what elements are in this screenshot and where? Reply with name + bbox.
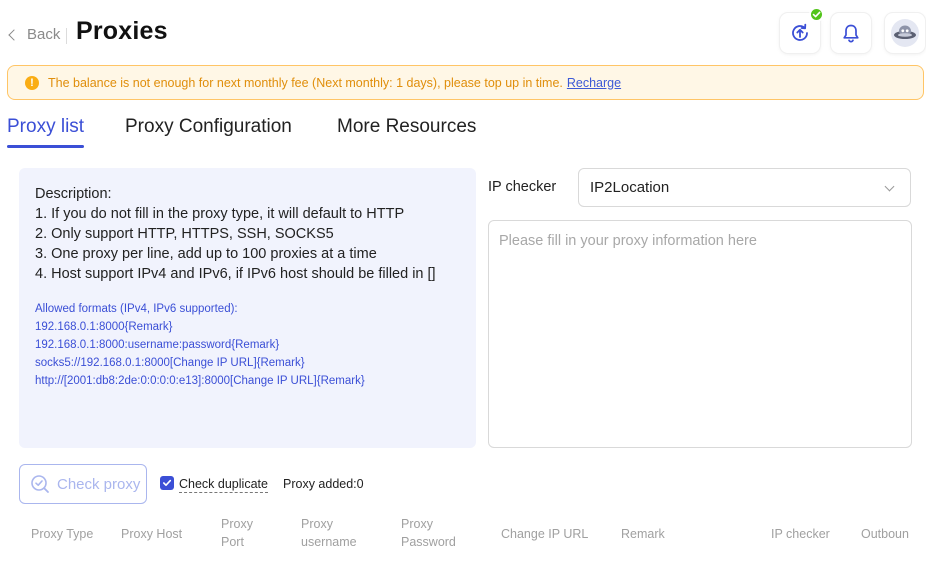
description-line: Description:	[35, 186, 112, 202]
proxy-info-input[interactable]	[488, 220, 912, 448]
proxy-added-count: Proxy added:0	[283, 477, 364, 491]
alert-message: The balance is not enough for next month…	[48, 75, 563, 90]
description-line: 2. Only support HTTP, HTTPS, SSH, SOCKS5	[35, 226, 334, 242]
tab-proxy-configuration[interactable]: Proxy Configuration	[125, 116, 292, 138]
chevron-down-icon	[884, 181, 895, 192]
format-line: 192.168.0.1:8000{Remark}	[35, 321, 173, 333]
allowed-formats: Allowed formats (IPv4, IPv6 supported): …	[35, 300, 460, 390]
check-search-icon	[31, 475, 49, 493]
column-header-remark[interactable]: Remark	[621, 525, 665, 543]
header-divider	[66, 28, 67, 44]
format-line: http://[2001:db8:2de:0:0:0:0:e13]:8000[C…	[35, 375, 365, 387]
check-duplicate-label[interactable]: Check duplicate	[179, 477, 268, 493]
check-duplicate-checkbox[interactable]	[160, 476, 174, 490]
tab-bar: Proxy list Proxy Configuration More Reso…	[0, 113, 926, 153]
chevron-left-icon	[8, 29, 20, 41]
column-header-proxy-port[interactable]: Proxy Port	[221, 515, 253, 551]
bell-icon	[843, 24, 859, 43]
description-line: 3. One proxy per line, add up to 100 pro…	[35, 246, 377, 262]
description-line: 4. Host support IPv4 and IPv6, if IPv6 h…	[35, 266, 436, 282]
sync-button[interactable]	[780, 7, 824, 53]
column-header-proxy-type[interactable]: Proxy Type	[31, 525, 93, 543]
back-label: Back	[27, 26, 61, 43]
format-line: Allowed formats (IPv4, IPv6 supported):	[35, 303, 238, 315]
checkmark-icon	[163, 479, 172, 486]
check-proxy-label: Check proxy	[57, 475, 141, 493]
column-header-proxy-password[interactable]: Proxy Password	[401, 515, 456, 551]
page-title: Proxies	[76, 17, 168, 45]
tab-proxy-list[interactable]: Proxy list	[7, 116, 84, 138]
column-header-change-ip-url[interactable]: Change IP URL	[501, 525, 588, 543]
balance-alert: ! The balance is not enough for next mon…	[7, 65, 924, 100]
page-header: Back Proxies	[0, 0, 926, 64]
ip-checker-value: IP2Location	[590, 179, 670, 196]
exclamation-icon: !	[25, 75, 39, 90]
ip-checker-label: IP checker	[488, 179, 557, 195]
tab-more-resources[interactable]: More Resources	[337, 116, 476, 138]
active-tab-indicator	[7, 145, 84, 148]
back-button[interactable]: Back	[8, 26, 61, 43]
recharge-link[interactable]: Recharge	[567, 76, 621, 90]
format-line: 192.168.0.1:8000:username:password{Remar…	[35, 339, 280, 351]
check-proxy-button[interactable]: Check proxy	[19, 464, 147, 504]
description-line: 1. If you do not fill in the proxy type,…	[35, 206, 405, 222]
format-line: socks5://192.168.0.1:8000[Change IP URL]…	[35, 357, 305, 369]
user-avatar-button[interactable]	[885, 13, 925, 53]
upload-sync-icon	[792, 23, 808, 41]
column-header-ip-checker[interactable]: IP checker	[771, 525, 830, 543]
column-header-outbound[interactable]: Outboun	[861, 525, 926, 543]
description-panel: Description: 1. If you do not fill in th…	[19, 168, 476, 448]
column-header-proxy-username[interactable]: Proxy username	[301, 515, 357, 551]
ip-checker-select[interactable]: IP2Location	[578, 168, 911, 207]
notifications-button[interactable]	[831, 13, 871, 53]
column-header-proxy-host[interactable]: Proxy Host	[121, 525, 182, 543]
avatar-icon	[891, 19, 919, 47]
check-badge-icon	[809, 7, 824, 22]
